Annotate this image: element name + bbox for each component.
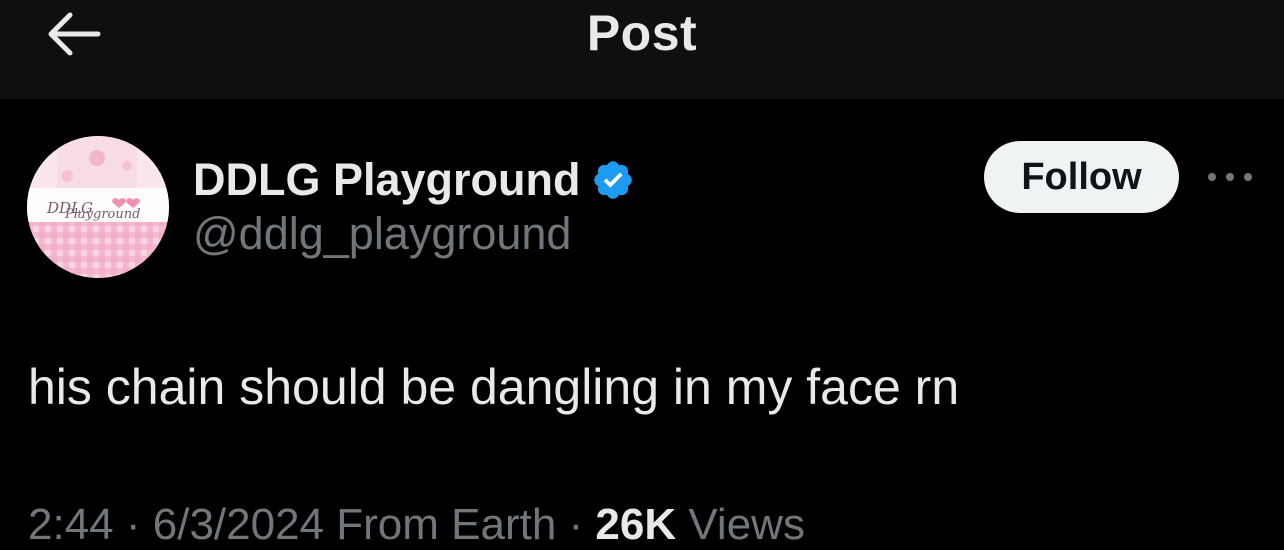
more-horizontal-icon (1208, 173, 1252, 181)
avatar[interactable]: DDLG Playground (27, 136, 169, 278)
display-name[interactable]: DDLG Playground (193, 154, 581, 206)
verified-badge-icon[interactable] (591, 158, 635, 202)
post-meta: 2:44 · 6/3/2024 From Earth · 26K Views (28, 500, 805, 549)
post-text: his chain should be dangling in my face … (28, 359, 960, 415)
more-options-button[interactable] (1200, 157, 1260, 197)
post-time: 2:44 (28, 500, 114, 549)
views-count: 26K (595, 500, 677, 549)
post-date: 6/3/2024 (152, 500, 325, 549)
page-title: Post (586, 5, 698, 61)
top-bar: Post (0, 0, 1284, 99)
svg-text:Playground: Playground (64, 207, 140, 222)
views-label: Views (688, 500, 805, 549)
follow-button[interactable]: Follow (984, 141, 1179, 213)
post-source: From Earth (336, 500, 557, 549)
author-name-row: DDLG Playground (193, 150, 635, 210)
avatar-image: DDLG Playground (27, 136, 169, 278)
user-handle[interactable]: @ddlg_playground (193, 208, 571, 260)
